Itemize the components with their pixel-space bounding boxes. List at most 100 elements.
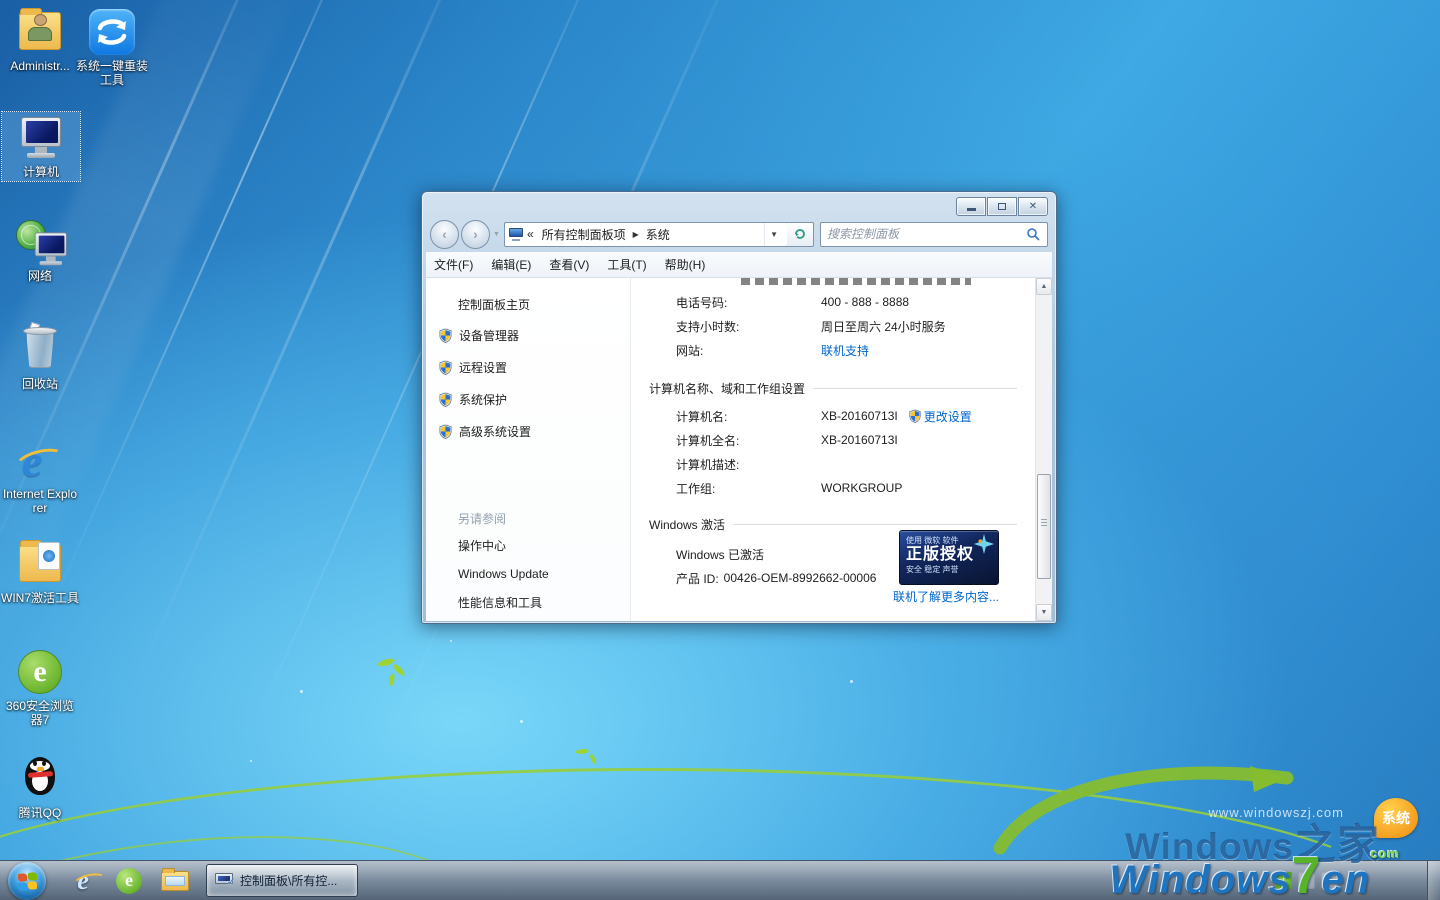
- search-box[interactable]: [820, 222, 1048, 247]
- uac-shield-icon: [438, 328, 453, 343]
- system-window-icon: ✓: [215, 873, 233, 889]
- scroll-down-arrow[interactable]: ▼: [1036, 604, 1052, 621]
- volume-tray-icon[interactable]: [1321, 872, 1338, 889]
- taskbar-button-label: 控制面板\所有控...: [240, 872, 337, 889]
- desktop-icon-label: 计算机: [2, 165, 80, 179]
- sidebar-item-windows-update[interactable]: Windows Update: [426, 567, 630, 581]
- menu-file[interactable]: 文件(F): [434, 256, 473, 273]
- 360-browser-icon: e: [16, 648, 64, 696]
- taskbar-file-explorer[interactable]: [155, 864, 195, 898]
- sidebar-item-advanced-system-settings[interactable]: 高级系统设置: [426, 421, 630, 441]
- menu-tools[interactable]: 工具(T): [607, 256, 646, 273]
- sidebar-item-remote-settings[interactable]: 远程设置: [426, 357, 630, 377]
- desktop-icon-reinstall-tool[interactable]: 系统一键重装工具: [73, 8, 151, 87]
- back-button[interactable]: ‹: [430, 220, 459, 249]
- breadcrumb-all-control-panel-items[interactable]: 所有控制面板项: [542, 226, 626, 243]
- desktop-icon-label: WIN7激活工具: [1, 591, 79, 605]
- computer-icon: [17, 114, 65, 162]
- security-status-tray-icon[interactable]: ✓: [1275, 872, 1292, 889]
- learn-more-online-link[interactable]: 联机了解更多内容...: [893, 588, 999, 605]
- change-settings-link[interactable]: 更改设置: [924, 408, 972, 425]
- uac-shield-icon: [438, 360, 453, 375]
- light-streak: [0, 0, 277, 608]
- internet-explorer-icon: e: [77, 866, 89, 896]
- sidebar-item-system-protection[interactable]: 系统保护: [426, 389, 630, 409]
- taskbar: e e ✓ 控制面板\所有控... ▲ ✓: [0, 860, 1440, 900]
- desktop-icon-tencent-qq[interactable]: 腾讯QQ: [1, 755, 79, 820]
- uac-shield-icon: [438, 392, 453, 407]
- menu-edit[interactable]: 编辑(E): [491, 256, 531, 273]
- wallpaper-leaf: [387, 673, 397, 686]
- network-tray-icon[interactable]: [1298, 872, 1315, 889]
- clock-area[interactable]: [1341, 861, 1427, 900]
- search-icon[interactable]: [1026, 227, 1041, 242]
- desktop-icon-win7-activator[interactable]: WIN7激活工具: [1, 540, 79, 605]
- desktop-icon-label: 腾讯QQ: [1, 806, 79, 820]
- sidebar-item-action-center[interactable]: 操作中心: [426, 537, 630, 554]
- genuine-microsoft-badge[interactable]: 使用 微软 软件 正版授权 安全 稳定 声誉: [899, 530, 999, 585]
- desktop-icon-label: Administr...: [1, 59, 79, 73]
- vertical-scrollbar[interactable]: ▲ ▼: [1035, 278, 1052, 621]
- light-streak: [51, 0, 362, 608]
- 360-browser-icon: e: [116, 868, 142, 894]
- desktop-icon-label: 回收站: [1, 377, 79, 391]
- desktop-icon-360-browser[interactable]: e 360安全浏览器7: [1, 648, 79, 727]
- taskbar-internet-explorer[interactable]: e: [63, 864, 103, 898]
- section-divider: [813, 388, 1017, 389]
- product-id-label: 产品 ID:: [676, 570, 719, 587]
- online-support-link[interactable]: 联机支持: [821, 342, 869, 359]
- breadcrumb-system[interactable]: 系统: [646, 226, 670, 243]
- forward-button[interactable]: ›: [461, 220, 490, 249]
- scrollbar-track[interactable]: [1036, 295, 1052, 604]
- sidebar-item-performance-tools[interactable]: 性能信息和工具: [426, 594, 630, 611]
- close-button[interactable]: ✕: [1018, 197, 1048, 216]
- breadcrumb-overflow-chevron[interactable]: «: [527, 227, 534, 241]
- show-desktop-button[interactable]: [1427, 861, 1440, 900]
- field-label-phone: 电话号码:: [676, 294, 821, 311]
- desktop-icon-label: 360安全浏览器7: [1, 699, 79, 727]
- desktop-icon-internet-explorer[interactable]: e Internet Explorer: [1, 436, 79, 515]
- field-value-support-hours: 周日至周六 24小时服务: [821, 318, 946, 335]
- start-button[interactable]: [8, 862, 46, 900]
- badge-line3: 安全 稳定 声誉: [906, 564, 992, 575]
- window-titlebar[interactable]: ✕: [422, 192, 1056, 216]
- product-id-value: 00426-OEM-8992662-00006: [724, 571, 877, 585]
- taskbar-button-control-panel[interactable]: ✓ 控制面板\所有控...: [206, 864, 358, 897]
- breadcrumb-arrow-icon: ▶: [633, 230, 639, 239]
- section-title-computer-name: 计算机名称、域和工作组设置: [649, 380, 805, 397]
- internet-explorer-icon: e: [16, 436, 64, 484]
- scrollbar-thumb[interactable]: [1037, 474, 1051, 579]
- minimize-button[interactable]: [956, 197, 986, 216]
- menu-bar: 文件(F) 编辑(E) 查看(V) 工具(T) 帮助(H): [426, 252, 1052, 278]
- system-page-icon: [509, 228, 523, 241]
- field-label-full-computer-name: 计算机全名:: [676, 432, 821, 449]
- recent-pages-dropdown-icon[interactable]: ▼: [493, 231, 500, 238]
- sidebar-item-label: 设备管理器: [459, 327, 519, 344]
- search-input[interactable]: [821, 227, 1026, 241]
- folder-icon: [161, 871, 189, 891]
- desktop-icon-network[interactable]: 网络: [1, 218, 79, 283]
- menu-help[interactable]: 帮助(H): [665, 256, 706, 273]
- win7-activator-icon: [16, 540, 64, 588]
- field-value-workgroup: WORKGROUP: [821, 481, 902, 495]
- windows-logo-icon: [18, 872, 37, 891]
- genuine-star-icon: [973, 533, 995, 555]
- address-bar[interactable]: « 所有控制面板项 ▶ 系统 ▼: [504, 222, 788, 247]
- taskbar-360-browser[interactable]: e: [109, 864, 149, 898]
- field-label-support-hours: 支持小时数:: [676, 318, 821, 335]
- maximize-button[interactable]: [987, 197, 1017, 216]
- address-dropdown-icon[interactable]: ▼: [764, 223, 783, 246]
- refresh-button[interactable]: [787, 222, 814, 247]
- administrator-folder-icon: [16, 8, 64, 56]
- menu-view[interactable]: 查看(V): [549, 256, 589, 273]
- change-settings-action[interactable]: 更改设置: [908, 408, 972, 425]
- desktop-icon-administrator[interactable]: Administr...: [1, 8, 79, 73]
- show-hidden-icons-button[interactable]: ▲: [1252, 872, 1272, 889]
- desktop-icon-recycle-bin[interactable]: 回收站: [1, 326, 79, 391]
- sidebar-item-control-panel-home[interactable]: 控制面板主页: [426, 296, 630, 313]
- sidebar-item-device-manager[interactable]: 设备管理器: [426, 325, 630, 345]
- scroll-up-arrow[interactable]: ▲: [1036, 278, 1052, 295]
- field-value-computer-name: XB-20160713I: [821, 409, 898, 423]
- wallpaper-leaf: [575, 745, 589, 757]
- desktop-icon-computer[interactable]: 计算机: [2, 112, 80, 181]
